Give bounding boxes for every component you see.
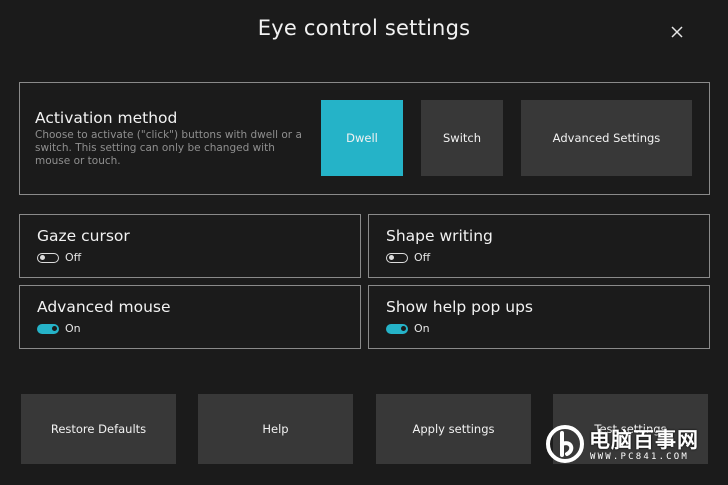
window-title: Eye control settings	[257, 16, 471, 40]
activation-method-heading: Activation method	[35, 109, 178, 127]
activation-method-description: Choose to activate ("click") buttons wit…	[35, 129, 302, 167]
gaze-cursor-state: Off	[65, 251, 82, 264]
help-popups-toggle[interactable]	[386, 323, 408, 334]
test-settings-button[interactable]: Test settings	[553, 394, 708, 464]
advanced-mouse-panel: Advanced mouse On	[19, 285, 361, 349]
switch-button[interactable]: Switch	[421, 100, 503, 176]
shape-writing-label: Shape writing	[386, 227, 493, 245]
help-popups-label: Show help pop ups	[386, 298, 534, 316]
close-icon[interactable]	[668, 23, 686, 41]
shape-writing-toggle[interactable]	[386, 252, 408, 263]
help-button[interactable]: Help	[198, 394, 353, 464]
help-popups-state: On	[414, 322, 430, 335]
shape-writing-state: Off	[414, 251, 431, 264]
gaze-cursor-toggle[interactable]	[37, 252, 59, 263]
dwell-button[interactable]: Dwell	[321, 100, 403, 176]
gaze-cursor-label: Gaze cursor	[37, 227, 130, 245]
gaze-cursor-panel: Gaze cursor Off	[19, 214, 361, 278]
advanced-mouse-label: Advanced mouse	[37, 298, 171, 316]
advanced-mouse-toggle[interactable]	[37, 323, 59, 334]
help-popups-panel: Show help pop ups On	[368, 285, 710, 349]
advanced-settings-button[interactable]: Advanced Settings	[521, 100, 692, 176]
apply-settings-button[interactable]: Apply settings	[376, 394, 531, 464]
restore-defaults-button[interactable]: Restore Defaults	[21, 394, 176, 464]
activation-method-panel: Activation method Choose to activate ("c…	[19, 82, 710, 195]
advanced-mouse-state: On	[65, 322, 81, 335]
shape-writing-panel: Shape writing Off	[368, 214, 710, 278]
